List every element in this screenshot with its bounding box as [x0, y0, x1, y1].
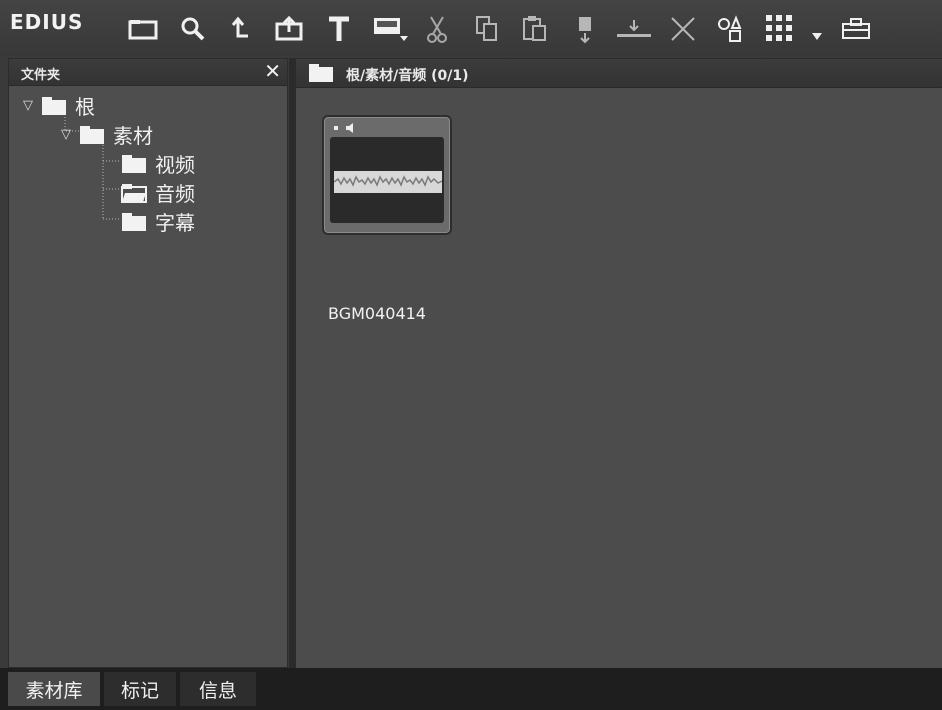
- breadcrumb: 根/素材/音频 (0/1): [346, 68, 469, 84]
- view-mode-icon: [766, 15, 822, 41]
- add-to-timeline-button[interactable]: [614, 12, 654, 46]
- copy-icon: [476, 16, 497, 41]
- folder-icon: [122, 212, 146, 231]
- add-to-player-icon: [579, 17, 591, 44]
- folder-icon: [42, 96, 66, 115]
- clip-name: BGM040414: [328, 304, 426, 323]
- main-toolbar: EDIUS: [0, 0, 942, 56]
- export-button[interactable]: [272, 12, 306, 46]
- audio-clip-thumbnail[interactable]: [322, 115, 452, 235]
- tree-node-clips[interactable]: ▽ 素材: [61, 120, 153, 149]
- cut-icon: [427, 16, 447, 43]
- tree-label-root: 根: [75, 95, 95, 119]
- expand-caret-icon[interactable]: ▽: [23, 98, 41, 113]
- panel-splitter[interactable]: [289, 58, 296, 668]
- view-mode-button[interactable]: [762, 12, 832, 46]
- app-logo: EDIUS: [10, 10, 84, 34]
- tree-label-video: 视频: [155, 153, 195, 177]
- tree-label-titles: 字幕: [155, 211, 195, 235]
- tree-label-clips: 素材: [113, 124, 153, 148]
- color-bar-icon: [374, 18, 408, 41]
- delete-button[interactable]: [666, 12, 700, 46]
- tree-node-video[interactable]: 视频: [121, 149, 195, 178]
- content-header: 根/素材/音频 (0/1): [296, 59, 942, 88]
- copy-button[interactable]: [470, 12, 504, 46]
- properties-icon: [718, 15, 742, 42]
- expand-caret-icon[interactable]: ▽: [61, 127, 79, 142]
- toolbox-button[interactable]: [838, 12, 874, 46]
- folder-icon: [122, 154, 146, 173]
- delete-icon: [671, 17, 695, 41]
- paste-icon: [523, 16, 546, 41]
- add-to-timeline-icon: [617, 20, 651, 37]
- tree-node-root[interactable]: ▽ 根: [23, 91, 95, 120]
- properties-button[interactable]: [714, 12, 748, 46]
- tree-label-audio: 音频: [155, 182, 195, 206]
- clip-status-icon: [334, 123, 353, 133]
- up-arrow-icon: [231, 16, 248, 38]
- search-icon: [181, 17, 205, 41]
- waveform-icon: [334, 171, 442, 193]
- tab-info[interactable]: 信息: [180, 672, 256, 706]
- color-bar-button[interactable]: [368, 12, 412, 46]
- title-button[interactable]: [322, 12, 356, 46]
- tree-node-audio[interactable]: 音频: [121, 178, 195, 207]
- tab-markers[interactable]: 标记: [104, 672, 176, 706]
- folder-icon: [309, 64, 333, 82]
- up-folder-button[interactable]: [224, 12, 258, 46]
- toolbox-icon: [842, 18, 870, 39]
- open-folder-icon: [121, 183, 147, 203]
- export-icon: [275, 16, 303, 41]
- clip-preview: [330, 137, 444, 223]
- cut-button[interactable]: [420, 12, 454, 46]
- tab-bin[interactable]: 素材库: [8, 672, 100, 706]
- new-folder-button[interactable]: [126, 12, 160, 46]
- add-to-player-button[interactable]: [568, 12, 602, 46]
- folder-icon: [80, 125, 104, 144]
- search-button[interactable]: [176, 12, 210, 46]
- folder-panel: 文件夹 ✕ ▽ 根 ▽ 素材 视频 音频 字幕: [8, 58, 288, 668]
- folder-icon: [128, 20, 158, 40]
- title-text-icon: [329, 16, 349, 41]
- tree-node-titles[interactable]: 字幕: [121, 207, 195, 236]
- bottom-tab-bar: 素材库 标记 信息: [0, 668, 942, 710]
- content-panel: 根/素材/音频 (0/1) BGM040414: [296, 58, 942, 668]
- paste-button[interactable]: [518, 12, 552, 46]
